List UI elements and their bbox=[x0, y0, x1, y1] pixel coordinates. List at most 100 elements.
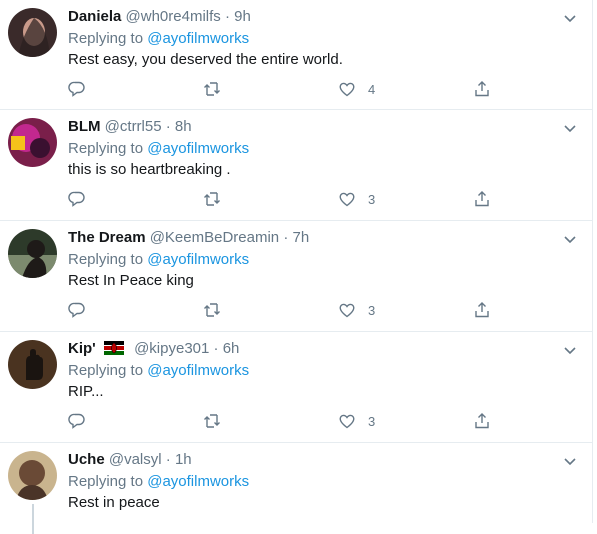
chevron-down-icon[interactable] bbox=[562, 342, 578, 358]
share-icon bbox=[475, 413, 489, 429]
reply-tweet[interactable]: Uche @valsyl · 1h Replying to @ayofilmwo… bbox=[0, 443, 592, 534]
thread-line bbox=[32, 504, 34, 534]
replying-to-link[interactable]: @ayofilmworks bbox=[147, 362, 249, 379]
display-name[interactable]: Kip' bbox=[68, 340, 96, 357]
reply-tweet[interactable]: BLM @ctrrl55 · 8h Replying to @ayofilmwo… bbox=[0, 110, 592, 221]
share-icon bbox=[475, 191, 489, 207]
heart-icon bbox=[339, 82, 355, 97]
chevron-down-icon[interactable] bbox=[562, 231, 578, 247]
retweet-button[interactable] bbox=[203, 188, 221, 210]
replying-to: Replying to @ayofilmworks bbox=[68, 250, 249, 270]
avatar[interactable] bbox=[8, 118, 57, 167]
user-handle[interactable]: @valsyl bbox=[109, 451, 162, 468]
tweet-header: The Dream @KeemBeDreamin · 7h bbox=[68, 228, 309, 248]
share-button[interactable] bbox=[473, 188, 491, 210]
tweet-header: Daniela @wh0re4milfs · 9h bbox=[68, 7, 251, 27]
reply-icon bbox=[68, 81, 85, 97]
tweet-header: BLM @ctrrl55 · 8h bbox=[68, 117, 192, 137]
like-count: 3 bbox=[368, 302, 376, 318]
replying-to: Replying to @ayofilmworks bbox=[68, 29, 249, 49]
reply-tweet[interactable]: Daniela @wh0re4milfs · 9h Replying to @a… bbox=[0, 0, 592, 110]
timestamp[interactable]: 6h bbox=[223, 340, 240, 357]
retweet-button[interactable] bbox=[203, 299, 221, 321]
chevron-down-icon[interactable] bbox=[562, 453, 578, 469]
reply-button[interactable] bbox=[68, 410, 86, 432]
heart-icon bbox=[339, 303, 355, 318]
timestamp[interactable]: 7h bbox=[293, 229, 310, 246]
like-button[interactable]: 3 bbox=[338, 410, 375, 432]
replying-to-label: Replying to bbox=[68, 362, 144, 379]
like-button[interactable]: 4 bbox=[338, 78, 375, 100]
tweet-text: Rest easy, you deserved the entire world… bbox=[68, 51, 343, 68]
heart-icon bbox=[339, 414, 355, 429]
replying-to-label: Replying to bbox=[68, 30, 144, 47]
replying-to: Replying to @ayofilmworks bbox=[68, 361, 249, 381]
tweet-actions: 3 bbox=[68, 188, 538, 210]
retweet-icon bbox=[204, 82, 220, 96]
tweet-actions: 3 bbox=[68, 299, 538, 321]
user-handle[interactable]: @KeemBeDreamin bbox=[150, 229, 279, 246]
separator-dot: · bbox=[283, 229, 289, 246]
reply-tweet[interactable]: Kip' @kipye301 · 6h Replying to @ayofilm… bbox=[0, 332, 592, 443]
tweet-actions: 4 bbox=[68, 78, 538, 100]
tweet-header: Kip' @kipye301 · 6h bbox=[68, 339, 239, 359]
retweet-button[interactable] bbox=[203, 78, 221, 100]
reply-icon bbox=[68, 302, 85, 318]
timestamp[interactable]: 8h bbox=[175, 118, 192, 135]
user-handle[interactable]: @kipye301 bbox=[134, 340, 209, 357]
user-handle[interactable]: @ctrrl55 bbox=[105, 118, 162, 135]
share-icon bbox=[475, 302, 489, 318]
retweet-icon bbox=[204, 192, 220, 206]
kenya-flag-icon bbox=[103, 341, 124, 355]
display-name[interactable]: The Dream bbox=[68, 229, 146, 246]
reply-button[interactable] bbox=[68, 78, 86, 100]
tweet-header: Uche @valsyl · 1h bbox=[68, 450, 192, 470]
tweet-text: this is so heartbreaking . bbox=[68, 161, 231, 178]
reply-icon bbox=[68, 191, 85, 207]
like-button[interactable]: 3 bbox=[338, 188, 375, 210]
replying-to-link[interactable]: @ayofilmworks bbox=[147, 140, 249, 157]
reply-button[interactable] bbox=[68, 299, 86, 321]
retweet-button[interactable] bbox=[203, 410, 221, 432]
replying-to-link[interactable]: @ayofilmworks bbox=[147, 473, 249, 490]
reply-icon bbox=[68, 413, 85, 429]
replying-to-link[interactable]: @ayofilmworks bbox=[147, 30, 249, 47]
avatar[interactable] bbox=[8, 451, 57, 500]
avatar[interactable] bbox=[8, 340, 57, 389]
separator-dot: · bbox=[165, 451, 171, 468]
replying-to: Replying to @ayofilmworks bbox=[68, 472, 249, 492]
tweet-text: RIP... bbox=[68, 383, 104, 400]
heart-icon bbox=[339, 192, 355, 207]
like-count: 3 bbox=[368, 191, 376, 207]
like-count: 4 bbox=[368, 81, 376, 97]
share-button[interactable] bbox=[473, 299, 491, 321]
share-button[interactable] bbox=[473, 78, 491, 100]
reply-button[interactable] bbox=[68, 188, 86, 210]
tweet-text: Rest in peace bbox=[68, 494, 160, 511]
user-handle[interactable]: @wh0re4milfs bbox=[126, 8, 221, 25]
chevron-down-icon[interactable] bbox=[562, 10, 578, 26]
replying-to: Replying to @ayofilmworks bbox=[68, 139, 249, 159]
like-count: 3 bbox=[368, 413, 376, 429]
like-button[interactable]: 3 bbox=[338, 299, 375, 321]
share-icon bbox=[475, 81, 489, 97]
tweet-text: Rest In Peace king bbox=[68, 272, 194, 289]
replying-to-label: Replying to bbox=[68, 473, 144, 490]
replying-to-link[interactable]: @ayofilmworks bbox=[147, 251, 249, 268]
separator-dot: · bbox=[213, 340, 219, 357]
tweet-actions: 3 bbox=[68, 410, 538, 432]
timestamp[interactable]: 1h bbox=[175, 451, 192, 468]
chevron-down-icon[interactable] bbox=[562, 120, 578, 136]
share-button[interactable] bbox=[473, 410, 491, 432]
retweet-icon bbox=[204, 414, 220, 428]
replying-to-label: Replying to bbox=[68, 251, 144, 268]
avatar[interactable] bbox=[8, 8, 57, 57]
separator-dot: · bbox=[165, 118, 171, 135]
display-name[interactable]: Daniela bbox=[68, 8, 121, 25]
timestamp[interactable]: 9h bbox=[234, 8, 251, 25]
display-name[interactable]: BLM bbox=[68, 118, 101, 135]
retweet-icon bbox=[204, 303, 220, 317]
display-name[interactable]: Uche bbox=[68, 451, 105, 468]
reply-tweet[interactable]: The Dream @KeemBeDreamin · 7h Replying t… bbox=[0, 221, 592, 332]
avatar[interactable] bbox=[8, 229, 57, 278]
